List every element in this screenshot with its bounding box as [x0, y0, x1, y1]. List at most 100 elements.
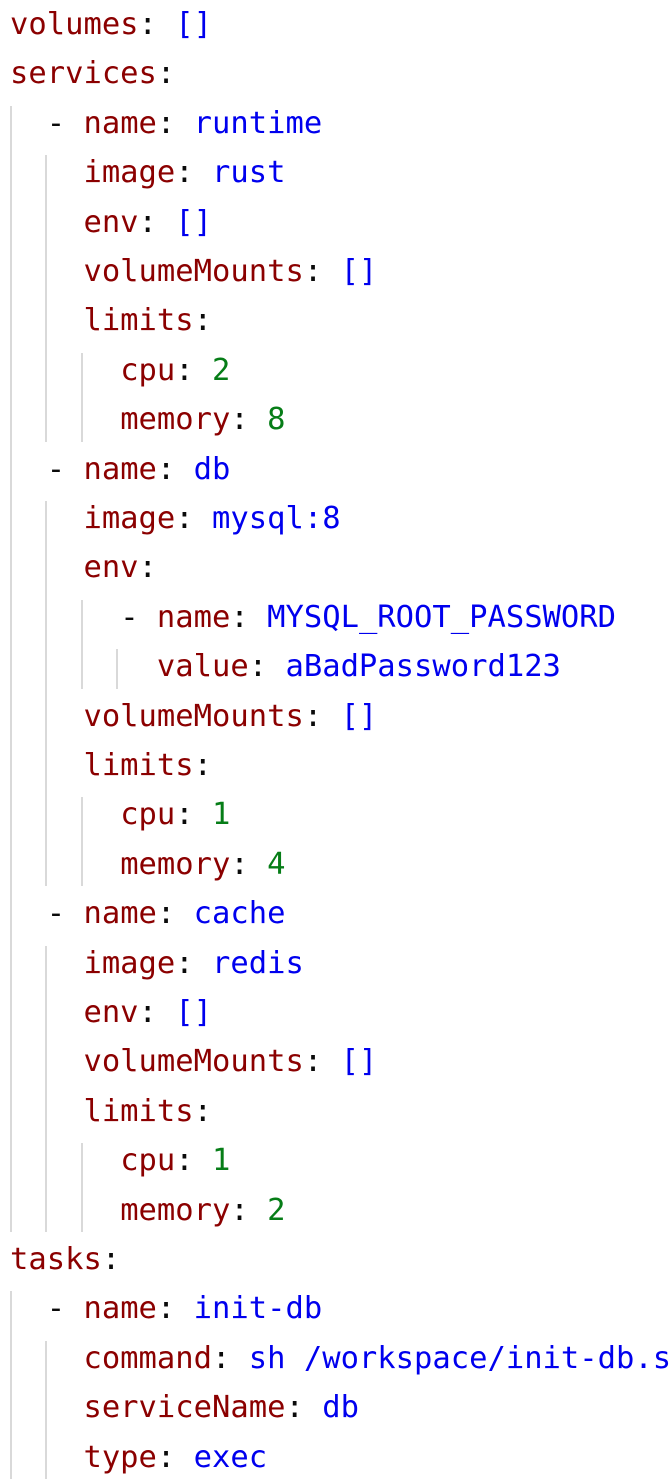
token-key: volumes	[10, 7, 139, 42]
code-line[interactable]: limits:	[0, 296, 672, 345]
code-line[interactable]: value: aBadPassword123	[0, 642, 672, 691]
code-line[interactable]: - name: runtime	[0, 99, 672, 148]
code-line[interactable]: - name: MYSQL_ROOT_PASSWORD	[0, 593, 672, 642]
token-punct: :	[248, 649, 268, 685]
token-key: image	[83, 945, 176, 981]
code-line[interactable]: - name: db	[0, 445, 672, 494]
code-line[interactable]: image: rust	[0, 148, 672, 197]
code-line[interactable]: serviceName: db	[0, 1383, 672, 1432]
token-num: 1	[212, 1143, 231, 1179]
token-key: limits	[83, 1093, 194, 1129]
token-punct: :	[285, 1390, 304, 1426]
token-key: image	[83, 501, 176, 536]
token-key: volumeMounts	[83, 698, 304, 734]
yaml-code-editor[interactable]: volumes: [] services: - name: runtime ima…	[0, 0, 672, 1479]
code-line[interactable]: image: mysql:8	[0, 494, 672, 543]
token-dash: -	[46, 451, 84, 487]
code-line[interactable]: type: exec	[0, 1433, 672, 1482]
code-line[interactable]: env:	[0, 543, 672, 592]
token-key: memory	[120, 846, 231, 882]
token-punct: :	[156, 1439, 176, 1475]
token-punct: :	[212, 1340, 231, 1376]
token-punct: :	[156, 451, 176, 487]
token-punct: :	[230, 1192, 249, 1228]
token-brkt: []	[340, 698, 378, 734]
code-line[interactable]: env: []	[0, 198, 672, 247]
code-line[interactable]: volumeMounts: []	[0, 247, 672, 296]
code-line[interactable]: - name: init-db	[0, 1284, 672, 1333]
code-line[interactable]: env: []	[0, 988, 672, 1037]
code-line[interactable]: limits:	[0, 1087, 672, 1136]
token-brkt: []	[175, 7, 213, 42]
code-line[interactable]: memory: 8	[0, 395, 672, 444]
token-val: aBadPassword123	[285, 649, 561, 685]
code-line[interactable]: - name: cache	[0, 889, 672, 938]
token-dash: -	[46, 105, 84, 141]
code-line[interactable]: volumeMounts: []	[0, 1037, 672, 1086]
token-punct: :	[156, 105, 176, 141]
token-val: sh /workspace/init-db.sh	[248, 1340, 672, 1376]
token-key: limits	[83, 748, 194, 783]
token-num: 4	[267, 846, 286, 882]
token-val: MYSQL_ROOT_PASSWORD	[267, 599, 617, 635]
token-key: image	[83, 155, 176, 191]
code-line[interactable]: volumeMounts: []	[0, 692, 672, 741]
code-line[interactable]: memory: 4	[0, 840, 672, 889]
code-line[interactable]: tasks:	[0, 1235, 672, 1284]
code-line[interactable]: cpu: 2	[0, 346, 672, 395]
code-line[interactable]: image: redis	[0, 939, 672, 988]
token-punct: :	[101, 1242, 121, 1277]
token-key: value	[156, 649, 249, 685]
token-val: init-db	[193, 1291, 323, 1327]
code-line[interactable]: cpu: 1	[0, 1136, 672, 1185]
code-line[interactable]: services:	[0, 49, 672, 98]
code-line[interactable]: command: sh /workspace/init-db.sh	[0, 1334, 672, 1383]
token-brkt: []	[340, 1044, 378, 1080]
code-line[interactable]: memory: 2	[0, 1186, 672, 1235]
token-key: name	[156, 599, 231, 635]
token-punct: :	[175, 945, 194, 981]
token-punct: :	[193, 303, 213, 339]
token-val: rust	[212, 155, 286, 191]
token-punct: :	[230, 402, 249, 438]
code-line[interactable]: limits:	[0, 741, 672, 790]
token-key: volumeMounts	[83, 254, 304, 289]
token-brkt: []	[175, 995, 213, 1030]
token-num: 1	[212, 797, 231, 833]
token-val: redis	[212, 945, 304, 981]
token-val: exec	[193, 1439, 268, 1475]
token-punct: :	[138, 7, 157, 42]
token-key: serviceName	[83, 1390, 286, 1426]
token-brkt: []	[175, 204, 213, 240]
token-punct: :	[193, 748, 213, 783]
token-punct: :	[303, 254, 323, 289]
token-punct: :	[138, 995, 157, 1030]
code-line[interactable]: volumes: []	[0, 0, 672, 49]
code-line[interactable]: cpu: 1	[0, 790, 672, 839]
token-num: 2	[212, 352, 231, 388]
